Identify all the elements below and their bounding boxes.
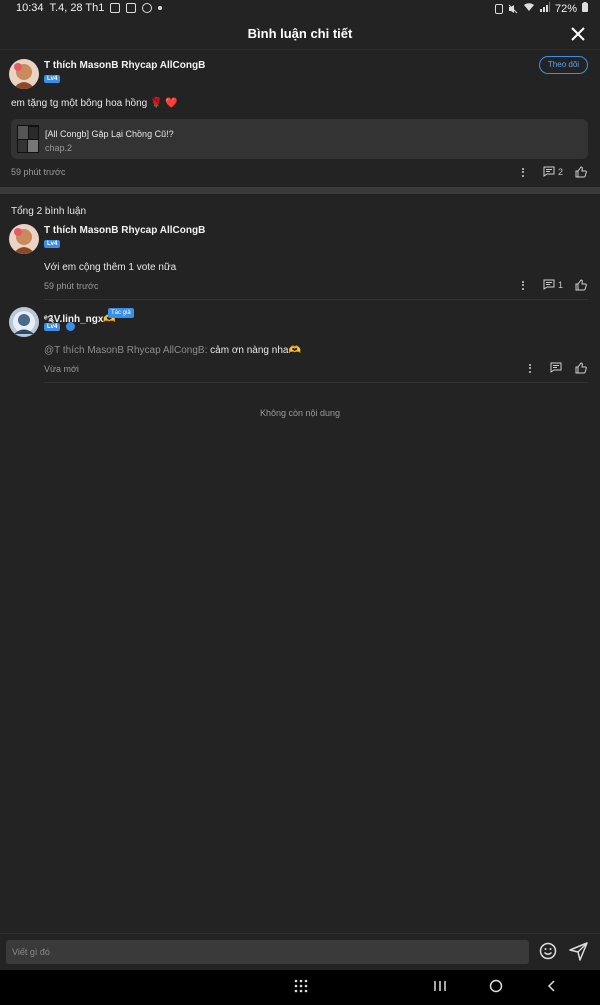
level-badge: Lv4 (44, 323, 61, 331)
more-notifications-icon (158, 6, 163, 10)
close-button[interactable] (568, 24, 588, 44)
reply-username[interactable]: ᵉ༉V.linh_ngx🫶 (44, 308, 116, 336)
comment-username[interactable]: T thích MasonB Rhycap AllCongB (44, 60, 205, 71)
recent-apps-button[interactable] (431, 979, 449, 997)
app-drawer-button[interactable] (292, 979, 310, 997)
verified-icon (66, 322, 75, 331)
gallery-notification-icon (110, 3, 121, 13)
reply-text: cảm ơn nàng nha🫶 (210, 345, 301, 356)
reply-text-row: @T thích MasonB Rhycap AllCongB: cảm ơn … (44, 345, 301, 356)
comment-icon (550, 362, 562, 373)
emoji-button[interactable] (539, 942, 557, 960)
comment-input[interactable] (6, 940, 529, 964)
top-bar: Bình luận chi tiết (0, 18, 600, 50)
reply-separator (44, 382, 588, 383)
level-badge: Lv4 (44, 75, 61, 83)
level-badge: Lv4 (44, 240, 61, 248)
reply-time: Vừa mới (44, 364, 79, 374)
follow-button[interactable]: Theo dõi (539, 56, 588, 74)
story-chapter: chap.2 (45, 143, 73, 153)
reply-time: 59 phút trước (44, 281, 99, 291)
more-options-button[interactable] (518, 166, 528, 178)
recents-icon (434, 981, 446, 991)
lock-icon (494, 3, 503, 14)
thumbs-up-icon (575, 166, 587, 178)
mail-notification-icon (126, 3, 137, 13)
end-of-content: Không còn nội dung (259, 408, 341, 418)
send-icon (569, 942, 588, 961)
wifi-icon (523, 2, 535, 15)
comment-time: 59 phút trước (11, 167, 66, 177)
reply-text: Với em cộng thêm 1 vote nữa (44, 262, 177, 273)
mute-icon (508, 4, 518, 14)
avatar[interactable] (9, 224, 39, 254)
reply-button[interactable]: 1 (543, 279, 563, 290)
story-card[interactable]: [All Congb] Gặp Lại Chồng Cũ!? chap.2 (11, 119, 588, 159)
close-icon (571, 27, 585, 41)
back-icon (547, 980, 555, 992)
page-title: Bình luận chi tiết (247, 26, 353, 41)
smiley-icon (539, 942, 557, 960)
like-button[interactable] (575, 362, 587, 374)
battery-level: 72% (554, 2, 577, 15)
like-button[interactable] (575, 166, 587, 178)
comment-icon (543, 279, 555, 290)
thumbs-up-icon (575, 279, 587, 291)
reply-mention[interactable]: @T thích MasonB Rhycap AllCongB: (44, 345, 207, 356)
status-date: T.4, 28 Th1 (49, 2, 105, 14)
battery-icon (582, 2, 588, 15)
signal-icon (539, 2, 550, 15)
status-time: 10:34 (16, 2, 44, 14)
reply-count: 1 (558, 279, 564, 290)
reply-username[interactable]: T thích MasonB Rhycap AllCongB (44, 225, 205, 236)
replies-total: Tổng 2 bình luận (11, 206, 87, 217)
author-badge: Tác giả (108, 308, 134, 318)
like-button[interactable] (575, 279, 587, 291)
more-options-button[interactable] (525, 362, 535, 374)
story-thumbnail (17, 125, 39, 153)
system-nav-bar (0, 970, 600, 1005)
more-options-button[interactable] (518, 279, 528, 291)
grid-icon (294, 979, 308, 993)
reply-button[interactable]: 2 (543, 166, 563, 177)
home-button[interactable] (487, 979, 505, 997)
app-notification-icon (142, 3, 153, 13)
reply-button[interactable] (550, 362, 562, 373)
section-divider (0, 187, 600, 194)
avatar[interactable] (9, 59, 39, 89)
reply-count: 2 (558, 166, 564, 177)
comment-text: em tặng tg một bông hoa hồng 🌹 ❤️ (11, 98, 178, 109)
story-title: [All Congb] Gặp Lại Chồng Cũ!? (45, 129, 174, 139)
comment-composer (0, 933, 600, 970)
thumbs-up-icon (575, 362, 587, 374)
home-icon (489, 979, 503, 993)
send-button[interactable] (569, 942, 588, 961)
back-button[interactable] (543, 979, 561, 997)
status-bar: 10:34 T.4, 28 Th1 72% (0, 0, 600, 18)
reply-separator (44, 299, 588, 300)
avatar[interactable] (9, 307, 39, 337)
comment-icon (543, 166, 555, 177)
